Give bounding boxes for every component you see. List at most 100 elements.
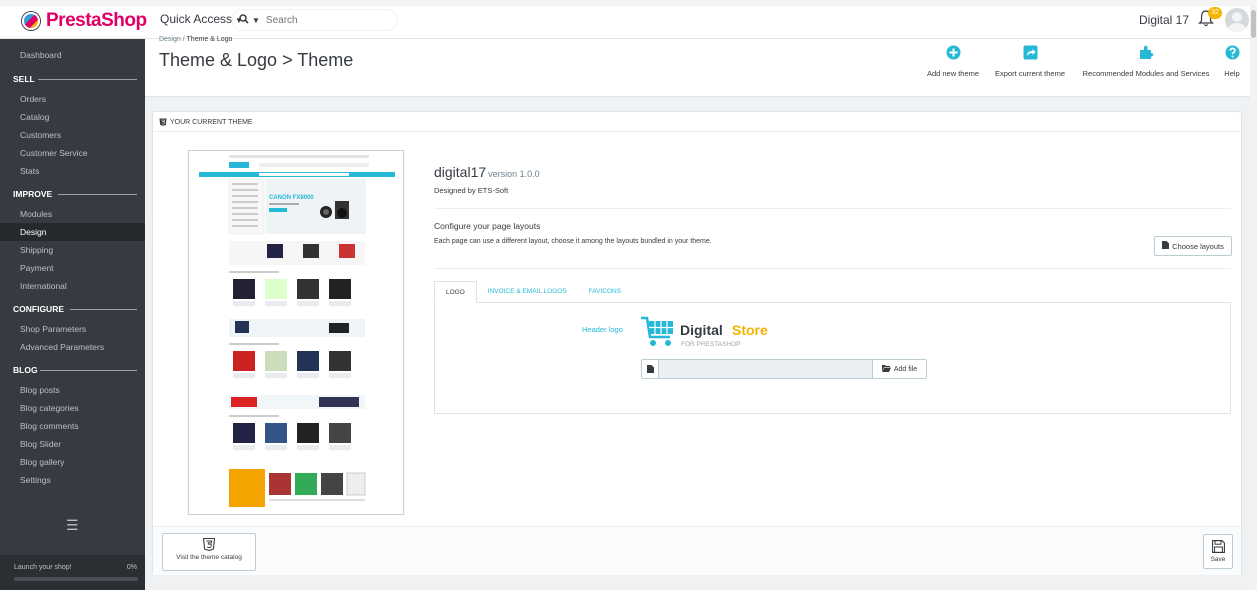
theme-name: digital17 version 1.0.0 [434,164,540,180]
add-new-theme-button[interactable]: Add new theme [917,45,989,78]
add-file-button[interactable]: Add file [872,360,926,378]
theme-preview-graphic: CANON FX8000 [189,151,403,514]
file-icon [642,360,659,378]
prestashop-logo[interactable]: PrestaShop [22,10,147,32]
breadcrumb-current: Theme & Logo [186,36,233,43]
brand-name: PrestaShop [46,10,147,31]
sidebar-item-catalog[interactable]: Catalog [0,108,145,126]
sidebar-section-blog: BLOG [0,360,145,381]
search-bar: ▼ [232,9,398,31]
logo-file-input[interactable] [659,360,872,378]
configure-layouts-title: Configure your page layouts [434,221,541,231]
preview-banner-text: CANON FX8000 [269,195,314,201]
tab-favicons[interactable]: FAVICONS [578,281,632,303]
sidebar-item-stats[interactable]: Stats [0,162,145,180]
sidebar-item-settings[interactable]: Settings [0,471,145,489]
configure-layouts-description: Each page can use a different layout, ch… [434,238,712,245]
sidebar-section-title: BLOG [13,365,38,375]
store-logo-image: Digital Store FOR PRESTASHOP [640,315,770,351]
avatar[interactable] [1225,8,1249,32]
export-theme-button[interactable]: Export current theme [985,45,1075,78]
theme-version: version 1.0.0 [488,169,540,179]
logo-file-upload: Add file [641,359,927,379]
sidebar-item-international[interactable]: International [0,277,145,295]
help-button[interactable]: Help [1219,45,1245,78]
panel-heading: YOUR CURRENT THEME [159,118,253,126]
choose-layouts-button[interactable]: Choose layouts [1154,236,1232,256]
choose-layouts-label: Choose layouts [1172,241,1224,251]
sidebar-item-blog-categories[interactable]: Blog categories [0,399,145,417]
logo-accent-text: Store [732,322,768,338]
page-header: Design / Theme & Logo Theme & Logo > The… [145,36,1250,97]
file-icon [1162,241,1170,251]
current-theme-panel: YOUR CURRENT THEME CANON FX8000 digital1… [152,111,1242,575]
breadcrumb-separator: / [182,36,185,43]
scrollbar-thumb[interactable] [1251,10,1256,38]
page-title: Theme & Logo > Theme [159,50,354,70]
app-root: PrestaShop Quick Access▼ ▼ Digital 17 32… [0,0,1257,590]
tab-logo[interactable]: LOGO [434,281,477,303]
sidebar-item-advanced-parameters[interactable]: Advanced Parameters [0,338,145,356]
top-bar: PrestaShop Quick Access▼ ▼ Digital 17 32 [0,0,1257,39]
search-scope-caret-icon[interactable]: ▼ [252,16,260,25]
menu-collapse-icon[interactable]: ☰ [66,517,79,534]
theme-author: Designed by ETS-Soft [434,186,509,195]
folder-open-icon [881,364,891,374]
save-button[interactable]: Save [1203,534,1233,569]
sidebar-section-configure: CONFIGURE [0,299,145,320]
share-icon [1023,45,1038,60]
divider [434,268,1231,269]
sidebar-item-blog-gallery[interactable]: Blog gallery [0,453,145,471]
shop-name[interactable]: Digital 17 [1139,13,1189,27]
divider [153,131,1241,132]
sidebar-item-blog-comments[interactable]: Blog comments [0,417,145,435]
prestashop-logo-icon [22,12,40,30]
sidebar-item-shop-parameters[interactable]: Shop Parameters [0,320,145,338]
toolbar-label: Export current theme [994,69,1066,78]
sidebar-item-shipping[interactable]: Shipping [0,241,145,259]
sidebar-section-title: IMPROVE [13,189,53,199]
sidebar-item-modules[interactable]: Modules [0,205,145,223]
cart-icon [641,316,673,346]
divider [434,208,1231,209]
toolbar-label: Recommended Modules and Services [1082,69,1210,78]
sidebar-item-customers[interactable]: Customers [0,126,145,144]
launch-shop-bar[interactable]: Launch your shop! 0% [0,555,145,590]
breadcrumb-parent[interactable]: Design [159,36,181,43]
sidebar-item-design[interactable]: Design [0,223,145,241]
page-scrollbar[interactable] [1250,6,1257,590]
sidebar-item-orders[interactable]: Orders [0,90,145,108]
breadcrumb: Design / Theme & Logo [159,36,232,43]
logo-main-text: Digital [680,322,723,338]
launch-shop-label: Launch your shop! [14,564,72,571]
theme-preview-image[interactable]: CANON FX8000 [188,150,404,515]
launch-shop-progress: 0% [126,564,137,571]
sidebar-item-customer-service[interactable]: Customer Service [0,144,145,162]
recommended-modules-button[interactable]: Recommended Modules and Services [1075,45,1217,78]
toolbar-label: Add new theme [926,69,980,78]
theme-name-text: digital17 [434,164,487,180]
sidebar-item-payment[interactable]: Payment [0,259,145,277]
save-icon [1211,540,1225,553]
sidebar-item-dashboard[interactable]: Dashboard [0,45,145,66]
panel-heading-text: YOUR CURRENT THEME [170,118,253,126]
logo-sub-text: FOR PRESTASHOP [681,341,740,348]
header-logo-label: Header logo [582,325,623,334]
launch-progress-bar [14,577,138,581]
visit-theme-catalog-button[interactable]: Visit the theme catalog [162,533,256,571]
html5-icon [202,537,216,552]
logo-tab-content: Header logo Digital Store FOR PRESTASHOP… [434,302,1231,414]
sidebar: Dashboard SELL Orders Catalog Customers … [0,39,145,590]
search-icon[interactable] [239,13,249,27]
search-input[interactable] [265,14,376,26]
quick-access-menu[interactable]: Quick Access ▼ [160,12,243,26]
plus-circle-icon [946,45,961,60]
sidebar-item-blog-slider[interactable]: Blog Slider [0,435,145,453]
visit-catalog-label: Visit the theme catalog [176,554,242,561]
tab-invoice-email-logos[interactable]: INVOICE & EMAIL LOGOS [477,281,578,303]
sidebar-section-improve: IMPROVE [0,184,145,205]
sidebar-section-sell: SELL [0,69,145,90]
sidebar-item-blog-posts[interactable]: Blog posts [0,381,145,399]
help-icon [1225,45,1240,60]
sidebar-section-title: CONFIGURE [13,304,64,314]
